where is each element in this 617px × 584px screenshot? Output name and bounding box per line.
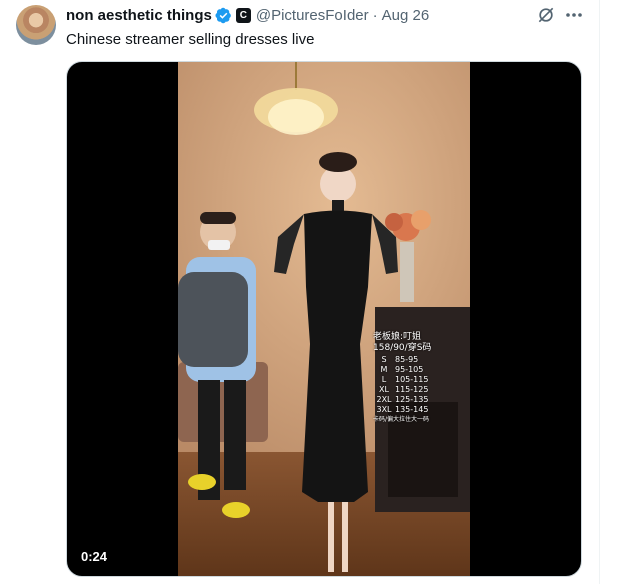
size-row: 3XL 135-145 xyxy=(376,405,429,414)
tweet-date[interactable]: Aug 26 xyxy=(382,7,430,24)
overlay-header-line1: 老板娘:叮姐 xyxy=(373,332,422,342)
tweet-text: Chinese streamer selling dresses live xyxy=(66,31,315,48)
video-player[interactable]: 老板娘:叮姐 158/90/穿S码 S 85-95 M 95-105 L 105-11… xyxy=(66,61,582,577)
avatar[interactable] xyxy=(16,5,56,45)
size-row: S 85-95 xyxy=(381,355,419,364)
more-icon[interactable] xyxy=(565,5,583,25)
affiliate-badge-icon[interactable]: C xyxy=(235,7,251,23)
separator-dot: · xyxy=(372,6,378,24)
size-chart-overlay: 老板娘:叮姐 158/90/穿S码 S 85-95 M 95-105 L 105-11… xyxy=(373,332,457,424)
overlay-header-line2: 158/90/穿S码 xyxy=(373,343,432,353)
size-row: XL 115-125 xyxy=(379,385,429,394)
size-row: L 105-115 xyxy=(381,375,429,384)
tweet-header: non aesthetic things C @PicturesFoIder ·… xyxy=(66,5,429,25)
video-frame xyxy=(178,62,470,576)
video-duration: 0:24 xyxy=(81,549,108,564)
size-row: M 95-105 xyxy=(380,365,424,374)
display-name[interactable]: non aesthetic things xyxy=(66,7,212,24)
handle[interactable]: @PicturesFoIder xyxy=(256,7,369,24)
overlay-footnote: 卡码/偏大拉住大一码 xyxy=(373,416,430,423)
size-row: 2XL 125-135 xyxy=(376,395,429,404)
verified-badge-icon[interactable] xyxy=(215,7,232,24)
timeline-divider xyxy=(599,0,600,584)
grok-icon[interactable] xyxy=(536,5,556,25)
